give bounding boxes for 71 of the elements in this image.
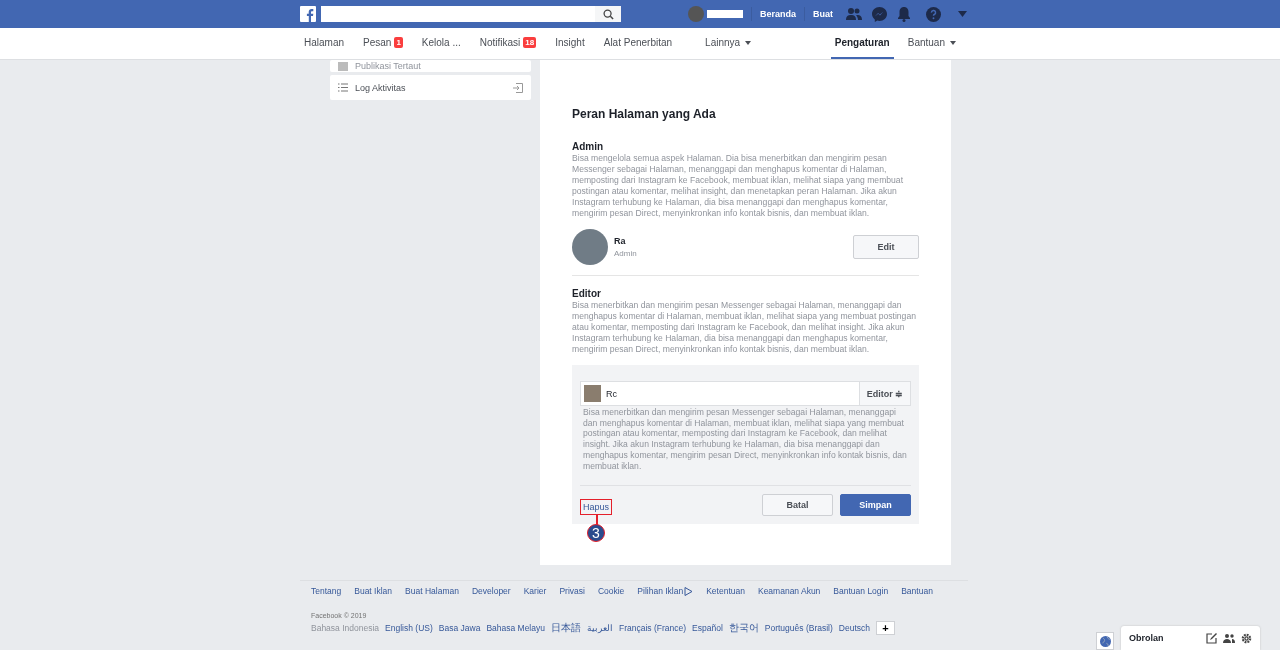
cancel-button[interactable]: Batal xyxy=(762,494,833,517)
nav-tab[interactable]: Bantuan xyxy=(907,28,956,59)
friends-icon[interactable] xyxy=(846,7,862,21)
language-link[interactable]: العربية xyxy=(586,623,613,633)
language-link[interactable]: Español xyxy=(692,623,723,633)
language-link[interactable]: Basa Jawa xyxy=(438,623,481,633)
footer-link[interactable]: Ketentuan xyxy=(706,586,745,596)
footer-link[interactable]: Bantuan xyxy=(901,586,933,596)
nav-tab[interactable]: Pesan 1 xyxy=(363,28,403,59)
language-link[interactable]: English (US) xyxy=(385,623,433,633)
footer-link[interactable]: Privasi xyxy=(559,586,585,596)
language-link[interactable]: Bahasa Melayu xyxy=(486,623,545,633)
person-name[interactable]: Ra xyxy=(614,236,637,246)
footer-link[interactable]: Tentang xyxy=(311,586,342,596)
role-description: Bisa menerbitkan dan mengirim pesan Messenger sebagai Halaman, menanggapi dan menghapus komentar di Halaman, membuat iklan, melihat siapa yang membuat postingan atau komentar, memposting dari Instagram ke Facebook, dan melihat insight. Jika akun Instagram terhubung ke Halaman, dia bisa menanggapi dan menghapus komentar, mengirim pesan Direct, menyinkronkan info kontak bisnis, dan membuat iklan. xyxy=(572,300,917,355)
footer-link[interactable]: Developer xyxy=(471,586,511,596)
step-marker: 3 xyxy=(587,523,605,542)
language-link[interactable]: 日本語 xyxy=(550,621,581,635)
top-link[interactable]: Buat xyxy=(804,7,841,21)
compose-icon[interactable] xyxy=(1206,632,1217,644)
help-icon[interactable] xyxy=(926,6,941,22)
footer-link[interactable]: Buat Halaman xyxy=(405,586,459,596)
nav-tab[interactable]: Halaman xyxy=(304,28,345,59)
play-icon xyxy=(684,586,694,596)
footer-link[interactable]: Cookie xyxy=(597,586,625,596)
role-description: Bisa mengelola semua aspek Halaman. Dia bisa menerbitkan dan mengirim pesan Messenger sebagai Halaman, menanggapi dan menghapus komentar di Halaman, memposting dari Instagram ke Facebook, membuat iklan, melihat siapa yang membuat postingan atau komentar, melihat insight, dan menetapkan peran Halaman. Jika akun Instagram terhubung ke Halaman, dia bisa menanggapi dan menghapus komentar, mengirim pesan Direct, menyinkronkan info kontak bisnis, dan membuat iklan. xyxy=(572,153,905,219)
sidebar-item[interactable]: Publikasi Tertaut xyxy=(330,60,531,72)
nav-tab[interactable]: Insight xyxy=(555,28,585,59)
list-icon xyxy=(338,83,348,92)
search-icon[interactable] xyxy=(595,6,621,22)
nav-tab[interactable]: Alat Penerbitan xyxy=(603,28,673,59)
footer-link[interactable]: Bantuan Login xyxy=(833,586,889,596)
top-link[interactable]: Beranda xyxy=(751,7,804,21)
count-badge: 1 xyxy=(394,37,403,48)
footer-link[interactable]: Pilihan Iklan xyxy=(637,586,694,596)
role-description: Bisa menerbitkan dan mengirim pesan Messenger sebagai Halaman, menanggapi dan menghapus komentar di Halaman, membuat iklan, melihat siapa yang membuat postingan atau komentar, memposting dari Instagram ke Facebook, dan melihat insight. Jika akun Instagram terhubung ke Halaman, dia bisa menanggapi dan menghapus komentar, mengirim pesan Direct, menyinkronkan info kontak bisnis, dan membuat iklan. xyxy=(583,407,908,472)
chat-bar[interactable]: Obrolan xyxy=(1121,626,1260,650)
role-heading: Admin xyxy=(572,141,605,152)
logo-icon[interactable] xyxy=(300,6,316,22)
more-languages-button[interactable]: + xyxy=(876,621,895,635)
count-badge: 18 xyxy=(523,37,537,48)
language-link[interactable]: Deutsch xyxy=(838,623,870,633)
profile-photo xyxy=(572,229,608,265)
exit-icon[interactable] xyxy=(513,82,523,93)
caret-icon[interactable] xyxy=(958,11,967,17)
footer-link[interactable]: Karier xyxy=(523,586,547,596)
edit-button[interactable]: Edit xyxy=(853,235,919,259)
leader-line xyxy=(596,514,598,525)
search-field[interactable] xyxy=(321,6,595,22)
nav-tab[interactable]: Notifikasi 18 xyxy=(479,28,537,59)
language-link[interactable]: Français (France) xyxy=(618,623,687,633)
panel-title: Peran Halaman yang Ada xyxy=(572,107,717,121)
footer-link[interactable]: Keamanan Akun xyxy=(757,586,821,596)
language-link[interactable]: 한국어 xyxy=(728,621,759,635)
bell-icon[interactable] xyxy=(897,6,911,22)
page-icon xyxy=(338,61,348,71)
redacted-name xyxy=(707,10,743,18)
role-heading: Editor xyxy=(572,288,602,299)
save-button[interactable]: Simpan xyxy=(840,494,911,517)
nav-tab[interactable]: Kelola ... xyxy=(421,28,461,59)
person-role: Admin xyxy=(614,249,637,258)
nav-tab[interactable]: Lainnya xyxy=(705,28,752,59)
language-link[interactable]: Português (Brasil) xyxy=(764,623,833,633)
chat-title: Obrolan xyxy=(1129,633,1164,643)
remove-link[interactable]: Hapus xyxy=(580,498,612,515)
globe-icon[interactable] xyxy=(1096,632,1114,650)
footer-link[interactable]: Buat Iklan xyxy=(354,586,393,596)
settings-icon[interactable] xyxy=(1241,632,1252,644)
messenger-icon[interactable] xyxy=(872,6,887,22)
sidebar-item[interactable]: Log Aktivitas xyxy=(330,75,531,100)
group-icon[interactable] xyxy=(1223,633,1235,643)
